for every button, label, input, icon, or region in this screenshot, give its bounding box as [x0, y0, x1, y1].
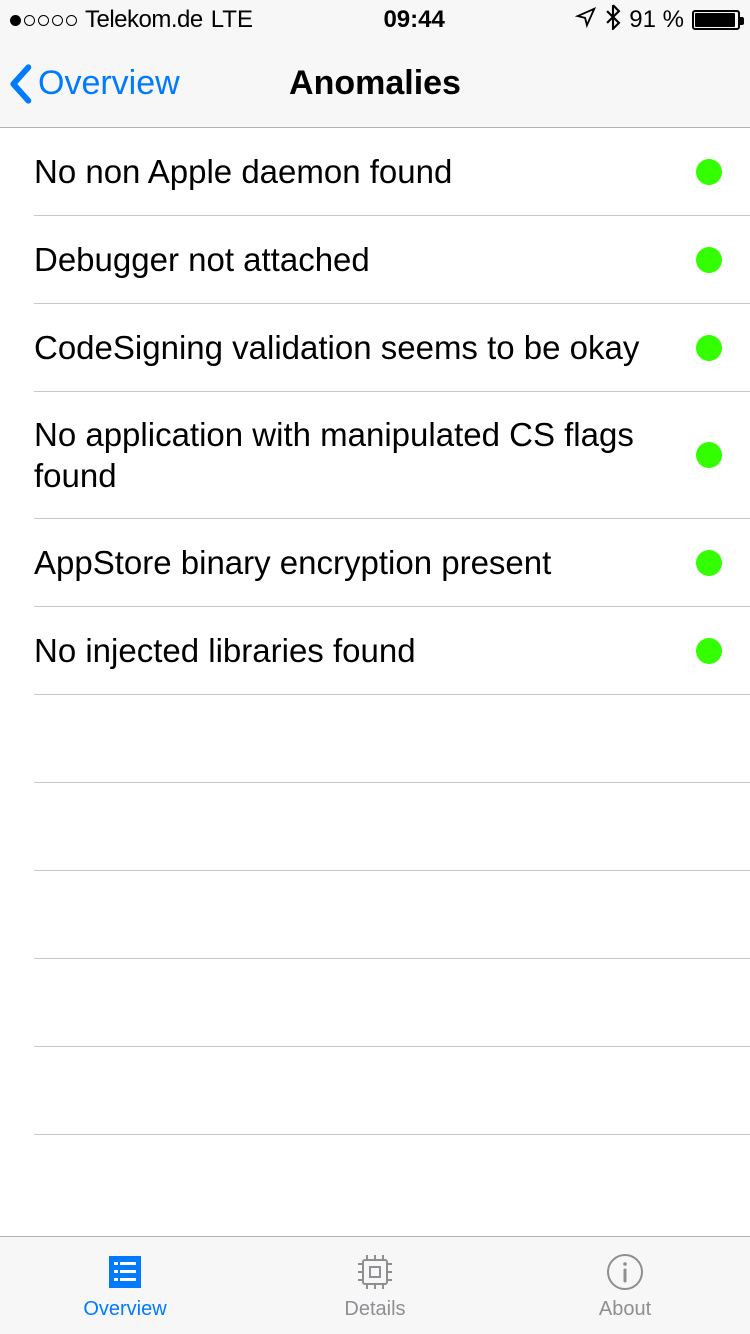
- chip-icon: [353, 1250, 397, 1294]
- info-icon: [603, 1250, 647, 1294]
- list-item-label: No non Apple daemon found: [34, 151, 472, 192]
- list-item-empty: [0, 695, 750, 783]
- status-dot-icon: [696, 638, 722, 664]
- tab-overview[interactable]: Overview: [0, 1237, 250, 1334]
- battery-percent-label: 91 %: [629, 6, 684, 34]
- list-item[interactable]: No non Apple daemon found: [0, 128, 750, 216]
- status-bar: Telekom.de LTE 09:44 91 %: [0, 0, 750, 40]
- tab-about[interactable]: About: [500, 1237, 750, 1334]
- list-item-label: No application with manipulated CS flags…: [34, 414, 696, 497]
- overview-icon: [105, 1250, 145, 1294]
- anomaly-list: No non Apple daemon found Debugger not at…: [0, 128, 750, 1135]
- status-time: 09:44: [383, 6, 444, 34]
- bluetooth-icon: [605, 4, 621, 37]
- status-left: Telekom.de LTE: [10, 6, 253, 34]
- list-item[interactable]: CodeSigning validation seems to be okay: [0, 304, 750, 392]
- location-icon: [575, 6, 597, 35]
- list-item[interactable]: AppStore binary encryption present: [0, 519, 750, 607]
- tab-bar: Overview Details About: [0, 1236, 750, 1334]
- battery-icon: [692, 10, 740, 30]
- list-item-label: No injected libraries found: [34, 630, 436, 671]
- status-dot-icon: [696, 335, 722, 361]
- tab-label: Overview: [83, 1298, 166, 1321]
- list-item[interactable]: Debugger not attached: [0, 216, 750, 304]
- network-type-label: LTE: [211, 6, 253, 34]
- status-dot-icon: [696, 159, 722, 185]
- list-item-empty: [0, 783, 750, 871]
- tab-label: Details: [344, 1298, 405, 1321]
- status-dot-icon: [696, 550, 722, 576]
- list-item-label: Debugger not attached: [34, 239, 390, 280]
- tab-label: About: [599, 1298, 651, 1321]
- status-right: 91 %: [575, 4, 740, 37]
- tab-details[interactable]: Details: [250, 1237, 500, 1334]
- back-button[interactable]: Overview: [8, 40, 180, 127]
- list-item-empty: [0, 1047, 750, 1135]
- list-item-label: CodeSigning validation seems to be okay: [34, 327, 659, 368]
- list-item-empty: [0, 959, 750, 1047]
- list-item-label: AppStore binary encryption present: [34, 542, 571, 583]
- nav-bar: Overview Anomalies: [0, 40, 750, 128]
- battery-fill: [695, 13, 735, 27]
- signal-strength-icon: [10, 15, 77, 26]
- list-item-empty: [0, 871, 750, 959]
- carrier-label: Telekom.de: [85, 6, 203, 34]
- back-label: Overview: [38, 64, 180, 103]
- chevron-left-icon: [8, 64, 32, 104]
- status-dot-icon: [696, 247, 722, 273]
- list-item[interactable]: No injected libraries found: [0, 607, 750, 695]
- list-item[interactable]: No application with manipulated CS flags…: [0, 392, 750, 519]
- status-dot-icon: [696, 442, 722, 468]
